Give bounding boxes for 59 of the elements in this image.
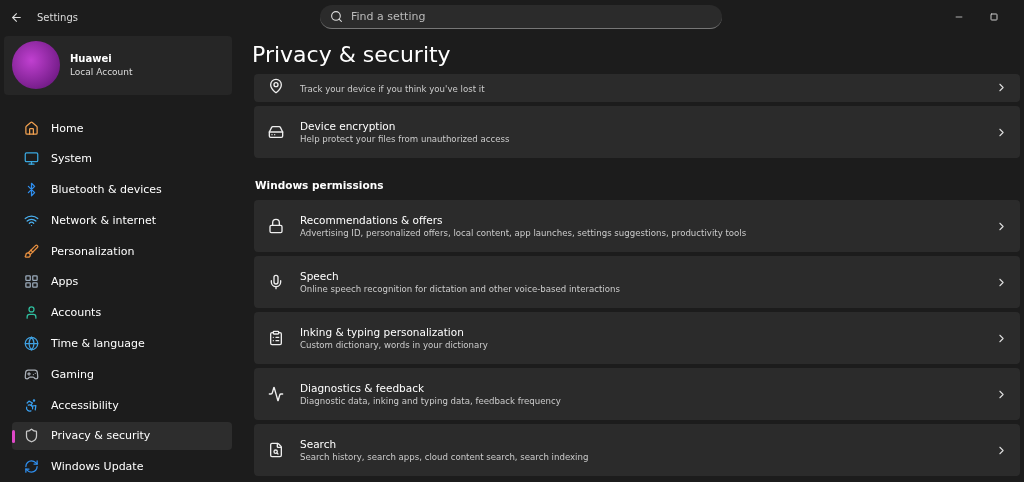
account-card[interactable]: Huawei Local Account (4, 36, 232, 95)
setting-description: Search history, search apps, cloud content search, search indexing (300, 452, 590, 462)
sidebar-item[interactable]: Privacy & security (12, 421, 232, 450)
setting-card[interactable]: Track your device if you think you've lost it (254, 74, 1020, 102)
sidebar-item[interactable]: Gaming (12, 360, 232, 389)
setting-card[interactable]: Diagnostics & feedback Diagnostic data, inking and typing data, feedback frequency (254, 368, 1020, 420)
refresh-icon (24, 459, 39, 475)
sidebar-item[interactable]: Accessibility (12, 390, 232, 420)
sidebar-item[interactable]: Apps (12, 267, 232, 297)
restore-button[interactable] (990, 13, 998, 21)
setting-title: Diagnostics & feedback (300, 382, 426, 394)
setting-title: Inking & typing personalization (300, 326, 465, 338)
setting-description: Custom dictionary, words in your dictionary (300, 340, 489, 350)
sidebar-item[interactable]: Time & language (12, 329, 232, 358)
account-type: Local Account (70, 67, 133, 78)
search-icon (268, 442, 284, 458)
speech-icon (268, 274, 284, 290)
brush-icon (24, 243, 39, 259)
setting-description: Online speech recognition for dictation and other voice-based interactions (300, 284, 621, 294)
location-icon (268, 78, 284, 94)
monitor-icon (24, 151, 39, 167)
pulse-icon (268, 386, 284, 402)
sidebar-item[interactable]: Personalization (12, 236, 232, 266)
setting-card[interactable]: Search Search history, search apps, cloud content search, search indexing (254, 424, 1020, 476)
avatar (12, 41, 60, 90)
section-heading: Windows permissions (255, 179, 385, 191)
sidebar-item[interactable]: Network & internet (12, 206, 232, 235)
setting-description: Track your device if you think you've lost it (300, 84, 486, 94)
setting-description: Help protect your files from unauthorized access (300, 134, 511, 144)
setting-description: Diagnostic data, inking and typing data, feedback frequency (300, 396, 562, 406)
window-title: Settings (37, 11, 78, 23)
person-icon (24, 305, 39, 321)
setting-card[interactable]: Inking & typing personalization Custom dictionary, words in your dictionary (254, 312, 1020, 364)
page-title: Privacy & security (252, 41, 452, 69)
accessibility-icon (24, 397, 39, 413)
setting-card[interactable]: Device encryption Help protect your files from unauthorized access (254, 106, 1020, 158)
setting-title: Recommendations & offers (300, 214, 444, 226)
sidebar-item[interactable]: System (12, 144, 232, 174)
setting-title: Speech (300, 270, 340, 282)
shield-icon (24, 428, 39, 444)
sidebar-item[interactable]: Accounts (12, 298, 232, 327)
selection-indicator (12, 429, 15, 443)
lock-icon (268, 218, 284, 234)
sidebar-item[interactable]: Windows Update (12, 452, 232, 481)
gamepad-icon (24, 366, 39, 382)
setting-description: Advertising ID, personalized offers, local content, app launches, settings suggestions, productivity tools (300, 228, 748, 238)
search-icon (330, 10, 343, 23)
setting-title: Device encryption (300, 120, 397, 132)
setting-card[interactable]: Speech Online speech recognition for dictation and other voice-based interactions (254, 256, 1020, 308)
sidebar-item[interactable]: Bluetooth & devices (12, 175, 232, 204)
clipboard-icon (268, 330, 284, 346)
wifi-icon (24, 212, 39, 228)
setting-title: Search (300, 438, 338, 450)
home-icon (24, 120, 39, 136)
setting-card[interactable]: Recommendations & offers Advertising ID, personalized offers, local content, app launches, settings suggestions, productivity tools (254, 200, 1020, 252)
apps-icon (24, 274, 39, 290)
back-button[interactable] (10, 10, 23, 24)
sidebar-item[interactable]: Home (12, 113, 232, 143)
account-name: Huawei (70, 53, 113, 65)
